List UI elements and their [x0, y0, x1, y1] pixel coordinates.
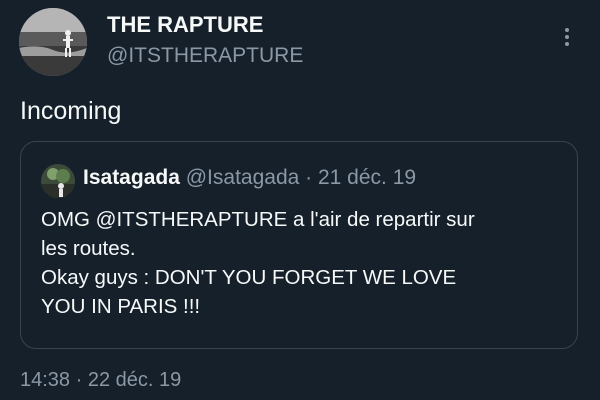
- quoted-text-line: les routes.: [41, 237, 136, 260]
- tweet-date: 22 déc. 19: [87, 369, 182, 391]
- more-options-icon: [565, 28, 569, 32]
- author-name[interactable]: THE RAPTURE: [107, 12, 263, 38]
- quoted-author-name[interactable]: Isatagada: [83, 166, 180, 189]
- quoted-text-line: Okay guys : DON'T YOU FORGET WE LOVE: [41, 266, 457, 289]
- quoted-text-line: YOU IN PARIS !!!: [41, 295, 201, 318]
- quoted-author-avatar: [41, 164, 75, 198]
- quoted-text-line: OMG @ITSTHERAPTURE a l'air de repartir s…: [41, 208, 475, 231]
- quoted-author-handle[interactable]: @Isatagada: [186, 166, 300, 189]
- more-options-button[interactable]: [555, 20, 579, 54]
- tweet-text: Incoming: [20, 97, 122, 125]
- more-options-icon-dot: [565, 42, 569, 46]
- author-handle[interactable]: @ITSTHERAPTURE: [107, 44, 303, 68]
- tweet-timestamp[interactable]: 14:38 · 22 déc. 19: [20, 369, 181, 392]
- header-separator: ·: [305, 166, 313, 189]
- quoted-tweet-text: OMG @ITSTHERAPTURE a l'air de repartir s…: [41, 205, 571, 321]
- quoted-tweet-header: Isatagada @Isatagada · 21 déc. 19: [83, 166, 416, 190]
- more-options-icon-dot: [565, 35, 569, 39]
- timestamp-separator: ·: [75, 369, 83, 391]
- tweet-time: 14:38: [20, 369, 71, 391]
- quoted-tweet-date[interactable]: 21 déc. 19: [318, 166, 416, 189]
- quoted-tweet-card[interactable]: Isatagada @Isatagada · 21 déc. 19 OMG @I…: [20, 141, 578, 349]
- author-avatar[interactable]: [19, 8, 87, 76]
